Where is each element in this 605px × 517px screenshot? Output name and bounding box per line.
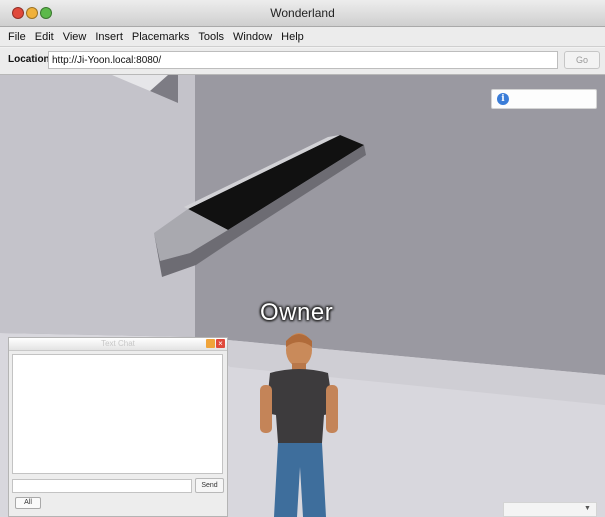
chevron-down-icon[interactable]: ▼: [584, 505, 591, 512]
title-bar[interactable]: Wonderland: [0, 0, 605, 27]
location-bar: Location: Go: [0, 48, 605, 75]
send-button[interactable]: Send: [195, 478, 224, 493]
chat-message-input[interactable]: [12, 479, 192, 493]
menu-file[interactable]: File: [8, 31, 26, 43]
chat-title-bar[interactable]: Text Chat ×: [9, 338, 227, 351]
window-title: Wonderland: [270, 6, 335, 20]
text-chat-panel: Text Chat × Send All: [8, 337, 228, 517]
location-url-field[interactable]: [48, 51, 558, 69]
info-icon: i: [497, 93, 509, 105]
status-indicator[interactable]: [503, 502, 597, 517]
menu-window[interactable]: Window: [233, 31, 272, 43]
chat-title: Text Chat: [101, 339, 135, 348]
menu-edit[interactable]: Edit: [35, 31, 54, 43]
menu-view[interactable]: View: [63, 31, 87, 43]
chat-minimize-button[interactable]: [206, 339, 215, 348]
menu-insert[interactable]: Insert: [95, 31, 123, 43]
avatar-left-arm: [260, 385, 272, 433]
wonderland-window: Wonderland File Edit View Insert Placema…: [0, 0, 605, 517]
menu-tools[interactable]: Tools: [198, 31, 224, 43]
menu-help[interactable]: Help: [281, 31, 304, 43]
info-button[interactable]: i: [491, 89, 597, 109]
left-wall: [0, 75, 195, 337]
menu-placemarks[interactable]: Placemarks: [132, 31, 189, 43]
chat-message-log[interactable]: [12, 354, 223, 474]
avatar-name-tag: Owner: [260, 299, 334, 326]
chat-close-button[interactable]: ×: [216, 339, 225, 348]
menu-bar: File Edit View Insert Placemarks Tools W…: [0, 27, 605, 47]
avatar-right-arm: [326, 385, 338, 433]
chat-tab-all[interactable]: All: [15, 497, 41, 509]
location-label: Location:: [8, 54, 53, 65]
go-button[interactable]: Go: [564, 51, 600, 69]
